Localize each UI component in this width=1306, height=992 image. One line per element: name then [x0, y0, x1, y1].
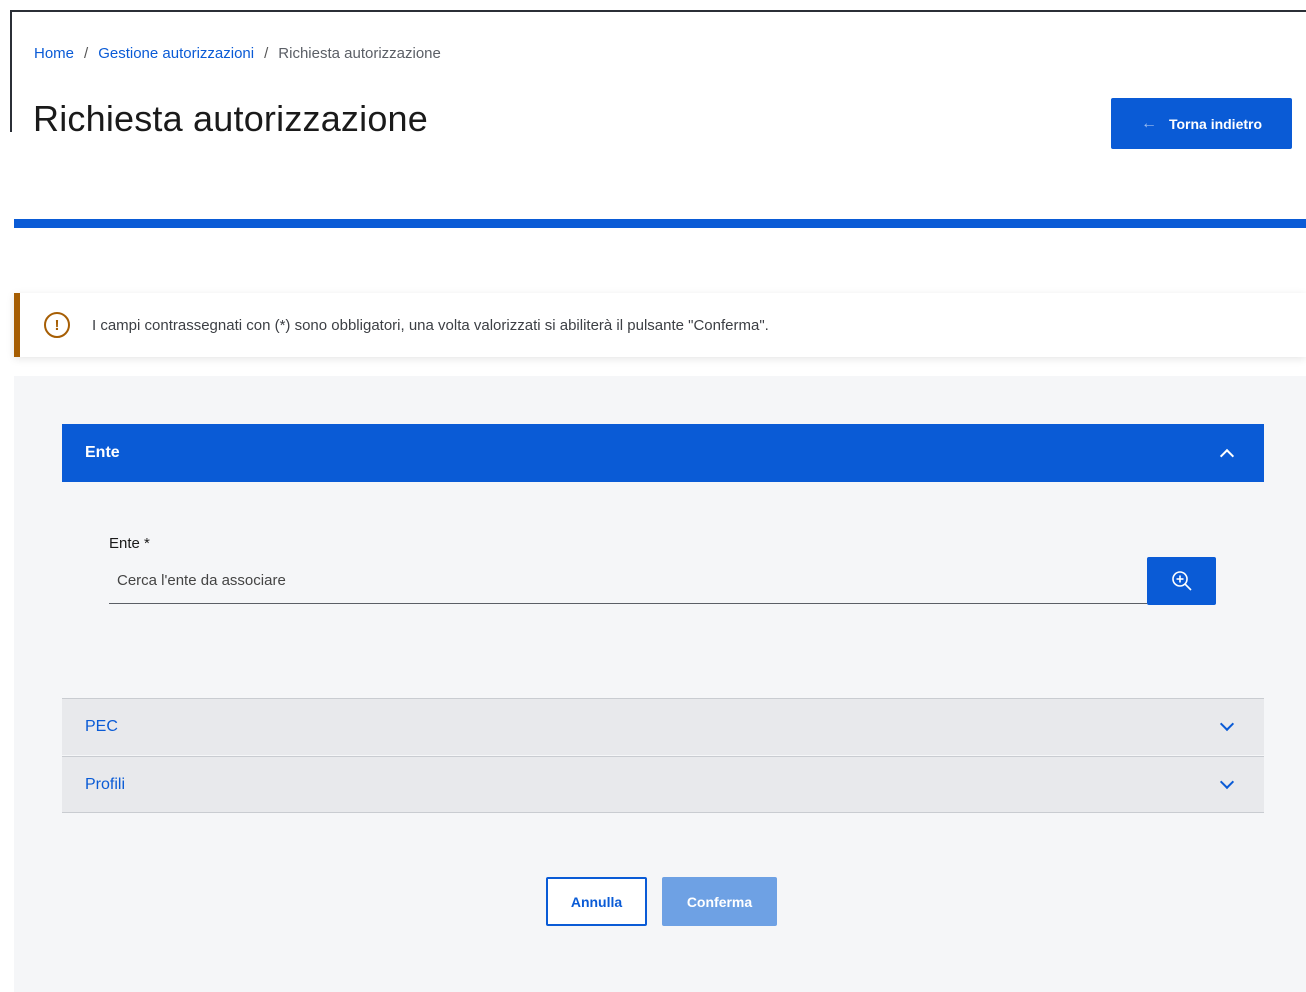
breadcrumb-gestione-link[interactable]: Gestione autorizzazioni — [98, 45, 254, 62]
ente-search-button[interactable] — [1147, 557, 1216, 605]
required-fields-alert: ! I campi contrassegnati con (*) sono ob… — [14, 293, 1306, 357]
breadcrumb-home-link[interactable]: Home — [34, 45, 74, 62]
warning-circle-icon: ! — [44, 312, 70, 338]
zoom-in-search-icon — [1171, 571, 1192, 591]
top-border-line — [10, 10, 1306, 12]
accordion-header-pec[interactable]: PEC — [62, 698, 1264, 755]
breadcrumb-separator: / — [264, 45, 269, 62]
alert-message: I campi contrassegnati con (*) sono obbl… — [92, 316, 769, 334]
breadcrumb-current: Richiesta autorizzazione — [278, 45, 441, 62]
accordion-label-pec: PEC — [85, 718, 118, 735]
confirm-button[interactable]: Conferma — [662, 877, 777, 926]
cancel-button[interactable]: Annulla — [546, 877, 647, 926]
accordion-header-profili[interactable]: Profili — [62, 756, 1264, 813]
accordion-header-ente[interactable]: Ente — [62, 424, 1264, 482]
page-title: Richiesta autorizzazione — [33, 98, 428, 139]
ente-field-label: Ente * — [109, 535, 150, 552]
header-divider — [14, 219, 1306, 228]
arrow-left-icon: ← — [1140, 114, 1157, 132]
back-button-label: Torna indietro — [1168, 115, 1263, 132]
accordion-label-ente: Ente — [85, 444, 120, 461]
ente-search-input[interactable] — [109, 558, 1147, 604]
chevron-down-icon — [1219, 716, 1235, 732]
back-button[interactable]: ← Torna indietro — [1111, 98, 1292, 149]
chevron-up-icon — [1219, 448, 1235, 464]
chevron-down-icon — [1219, 774, 1235, 789]
breadcrumb-separator: / — [84, 45, 89, 62]
left-border-line — [10, 10, 12, 132]
breadcrumb: Home / Gestione autorizzazioni / Richies… — [34, 45, 441, 62]
accordion-label-profili: Profili — [85, 775, 126, 793]
